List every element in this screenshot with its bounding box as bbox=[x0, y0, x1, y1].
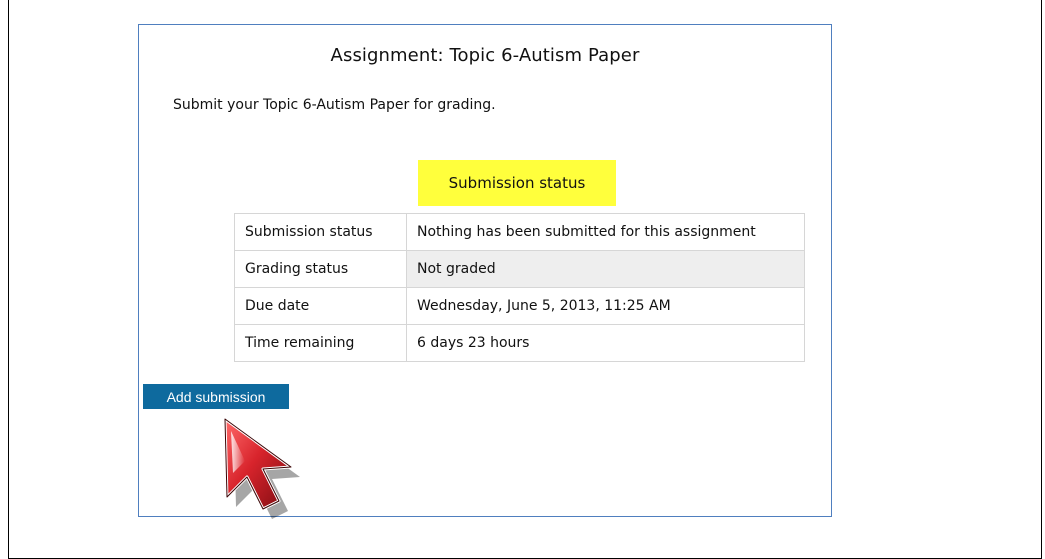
grading-status-label: Grading status bbox=[234, 250, 407, 288]
table-row: Time remaining 6 days 23 hours bbox=[234, 324, 805, 362]
mouse-pointer-arrow-icon bbox=[223, 417, 300, 519]
due-date-label: Due date bbox=[234, 287, 407, 325]
assignment-intro: Submit your Topic 6-Autism Paper for gra… bbox=[173, 97, 496, 113]
table-row: Submission status Nothing has been submi… bbox=[234, 213, 805, 251]
due-date-value: Wednesday, June 5, 2013, 11:25 AM bbox=[406, 287, 805, 325]
submission-status-heading: Submission status bbox=[418, 160, 616, 206]
table-row: Due date Wednesday, June 5, 2013, 11:25 … bbox=[234, 287, 805, 325]
table-row: Grading status Not graded bbox=[234, 250, 805, 288]
assignment-panel: Assignment: Topic 6-Autism Paper Submit … bbox=[138, 24, 832, 519]
time-remaining-label: Time remaining bbox=[234, 324, 407, 362]
submission-status-label: Submission status bbox=[234, 213, 407, 251]
assignment-title: Assignment: Topic 6-Autism Paper bbox=[330, 45, 640, 66]
submission-status-table: Submission status Nothing has been submi… bbox=[234, 213, 805, 362]
grading-status-value: Not graded bbox=[406, 250, 805, 288]
time-remaining-value: 6 days 23 hours bbox=[406, 324, 805, 362]
submission-status-value: Nothing has been submitted for this assi… bbox=[406, 213, 805, 251]
